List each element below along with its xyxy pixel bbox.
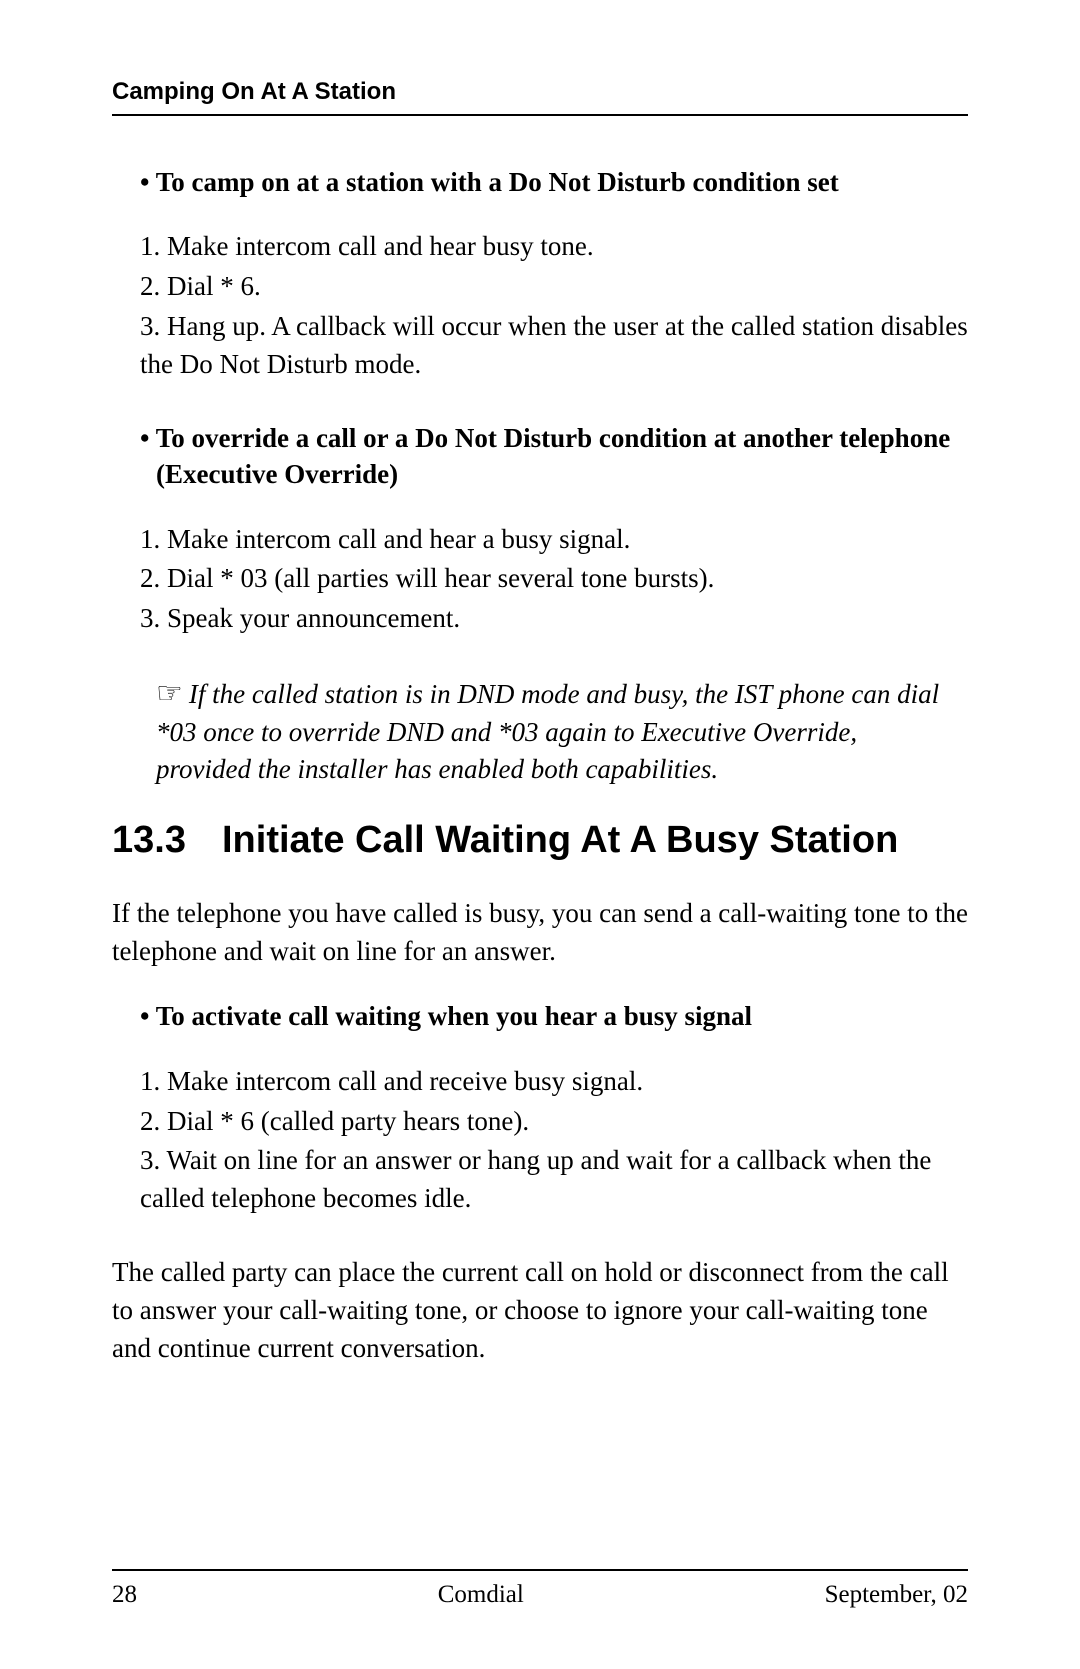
page-header: Camping On At A Station [112, 78, 968, 116]
list-item: 3. Speak your announcement. [140, 600, 968, 638]
list-item: 2. Dial * 03 (all parties will hear seve… [140, 560, 968, 598]
list-item: 1. Make intercom call and receive busy s… [140, 1063, 968, 1101]
procedure-title-3: • To activate call waiting when you hear… [140, 998, 968, 1034]
list-item: 3. Hang up. A callback will occur when t… [140, 308, 968, 384]
page-number: 28 [112, 1581, 137, 1609]
steps-list-3: 1. Make intercom call and receive busy s… [140, 1063, 968, 1218]
list-item: 1. Make intercom call and hear a busy si… [140, 521, 968, 559]
page-footer: 28 Comdial September, 02 [112, 1569, 968, 1609]
list-item: 3. Wait on line for an answer or hang up… [140, 1142, 968, 1218]
section-number: 13.3 [112, 817, 222, 865]
pointing-hand-icon: ☞ [156, 677, 183, 710]
section-heading: 13.3Initiate Call Waiting At A Busy Stat… [112, 817, 968, 865]
list-item: 2. Dial * 6 (called party hears tone). [140, 1103, 968, 1141]
section-title: Initiate Call Waiting At A Busy Station [222, 817, 942, 865]
footer-date: September, 02 [825, 1581, 968, 1609]
procedure-title-2: • To override a call or a Do Not Disturb… [140, 420, 968, 493]
steps-list-2: 1. Make intercom call and hear a busy si… [140, 521, 968, 638]
steps-list-1: 1. Make intercom call and hear busy tone… [140, 228, 968, 383]
note-text: If the called station is in DND mode and… [156, 679, 939, 784]
closing-paragraph: The called party can place the current c… [112, 1254, 968, 1367]
note: ☞If the called station is in DND mode an… [156, 674, 958, 787]
intro-paragraph: If the telephone you have called is busy… [112, 895, 968, 971]
header-title: Camping On At A Station [112, 78, 396, 105]
procedure-title-1: • To camp on at a station with a Do Not … [140, 164, 968, 200]
list-item: 1. Make intercom call and hear busy tone… [140, 228, 968, 266]
footer-center: Comdial [438, 1581, 524, 1609]
list-item: 2. Dial * 6. [140, 268, 968, 306]
